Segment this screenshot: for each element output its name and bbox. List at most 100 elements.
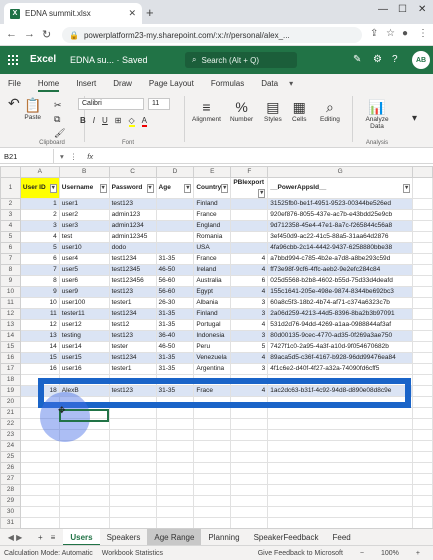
column-header-a[interactable]: A	[19, 166, 60, 178]
row-number[interactable]: 20	[0, 396, 21, 408]
row-number[interactable]: 18	[0, 374, 21, 386]
cell-country[interactable]: Egypt	[193, 286, 232, 298]
cell-powerappsid[interactable]: 9d712358-45e4-47e1-8a7c-f265844c56a8	[267, 220, 414, 232]
empty-cell[interactable]	[412, 451, 433, 463]
cell-country[interactable]	[193, 407, 232, 419]
cell-user-id[interactable]	[19, 473, 60, 485]
cell-username[interactable]: user16	[58, 363, 110, 375]
row-number[interactable]: 5	[0, 231, 21, 243]
cell-user-id[interactable]: 16	[19, 363, 60, 375]
add-sheet-icon[interactable]: +	[38, 533, 43, 542]
app-launcher-icon[interactable]	[8, 55, 18, 65]
cell-country[interactable]	[193, 495, 232, 507]
row-number[interactable]: 2	[0, 198, 21, 210]
cell-powerappsid[interactable]: 3ef450d9-ac22-41c5-88a5-31aa64d2876	[267, 231, 414, 243]
empty-cell[interactable]	[412, 440, 433, 452]
cell-username[interactable]: user5	[58, 264, 110, 276]
cell-user-id[interactable]: 7	[19, 264, 60, 276]
window-close-icon[interactable]: ✕	[418, 4, 426, 15]
cell-user-id[interactable]	[19, 517, 60, 529]
empty-cell[interactable]	[412, 220, 433, 232]
cell-powerappsid[interactable]	[267, 495, 414, 507]
fill-color-icon[interactable]: ◇	[128, 116, 135, 127]
cell-pbiexport[interactable]: 3	[230, 308, 269, 320]
profile-icon[interactable]: ●	[402, 28, 408, 39]
new-tab-icon[interactable]: +	[146, 5, 154, 20]
row-number[interactable]: 23	[0, 429, 21, 441]
empty-cell[interactable]	[412, 462, 433, 474]
column-header-c[interactable]: C	[108, 166, 157, 178]
cell-user-id[interactable]	[19, 440, 60, 452]
cell-powerappsid[interactable]: ff73e98f-9cf6-4ffc-aeb2-9e2efc284c84	[267, 264, 414, 276]
row-number[interactable]: 24	[0, 440, 21, 452]
empty-cell[interactable]	[412, 407, 433, 419]
cell-country[interactable]	[193, 462, 232, 474]
row-number[interactable]: 26	[0, 462, 21, 474]
cell-username[interactable]	[58, 473, 110, 485]
cell-pbiexport[interactable]	[230, 418, 269, 430]
editing-mode-icon[interactable]: ✎	[353, 54, 361, 65]
cell-password[interactable]: tester	[108, 341, 157, 353]
tab-page-layout[interactable]: Page Layout	[149, 79, 194, 88]
cell-country[interactable]: Ireland	[193, 264, 232, 276]
row-number[interactable]: 4	[0, 220, 21, 232]
bold-icon[interactable]: B	[80, 116, 86, 127]
tab-file[interactable]: File	[8, 79, 21, 88]
cell-pbiexport[interactable]	[230, 407, 269, 419]
row-number[interactable]: 10	[0, 286, 21, 298]
empty-cell[interactable]	[412, 231, 433, 243]
cell-username[interactable]: user100	[58, 297, 110, 309]
cell-age[interactable]	[155, 429, 195, 441]
header-country[interactable]: Country	[193, 177, 232, 199]
empty-cell[interactable]	[412, 319, 433, 331]
empty-cell[interactable]	[412, 253, 433, 265]
cell-age[interactable]	[155, 462, 195, 474]
cell-username[interactable]	[58, 440, 110, 452]
browser-menu-icon[interactable]: ⋮	[418, 28, 428, 39]
cell-pbiexport[interactable]	[230, 209, 269, 221]
back-icon[interactable]: ←	[6, 28, 17, 40]
cell-pbiexport[interactable]	[230, 517, 269, 529]
cell-age[interactable]	[155, 220, 195, 232]
settings-gear-icon[interactable]: ⚙	[373, 54, 382, 65]
empty-cell[interactable]	[412, 177, 433, 199]
close-tab-icon[interactable]: ✕	[128, 8, 136, 19]
cell-user-id[interactable]: 8	[19, 275, 60, 287]
number-button[interactable]: % Number	[230, 98, 253, 123]
cell-pbiexport[interactable]	[230, 198, 269, 210]
cell-country[interactable]: Albania	[193, 297, 232, 309]
borders-icon[interactable]: ⊞	[115, 116, 122, 127]
cell-password[interactable]: admin12345	[108, 231, 157, 243]
cell-username[interactable]: user4	[58, 253, 110, 265]
browser-tab[interactable]: X EDNA summit.xlsx ✕	[4, 3, 142, 24]
column-header-h[interactable]	[412, 166, 433, 178]
empty-cell[interactable]	[412, 396, 433, 408]
cell-pbiexport[interactable]: 6	[230, 275, 269, 287]
empty-cell[interactable]	[412, 341, 433, 353]
alignment-button[interactable]: ≡ Alignment	[192, 98, 221, 123]
cell-country[interactable]: Indonesia	[193, 330, 232, 342]
cell-username[interactable]	[58, 495, 110, 507]
tab-draw[interactable]: Draw	[113, 79, 132, 88]
cell-user-id[interactable]: 15	[19, 352, 60, 364]
cell-age[interactable]	[155, 209, 195, 221]
document-name[interactable]: EDNA su... · Saved	[70, 55, 148, 65]
cell-password[interactable]	[108, 429, 157, 441]
empty-cell[interactable]	[412, 352, 433, 364]
row-number[interactable]: 13	[0, 319, 21, 331]
cell-pbiexport[interactable]	[230, 451, 269, 463]
styles-button[interactable]: ▤ Styles	[264, 98, 282, 123]
cell-username[interactable]: user6	[58, 275, 110, 287]
cell-user-id[interactable]	[19, 484, 60, 496]
column-header-f[interactable]: F	[230, 166, 269, 178]
cell-country[interactable]	[193, 473, 232, 485]
cell-pbiexport[interactable]	[230, 242, 269, 254]
cell-password[interactable]: admin123	[108, 209, 157, 221]
tab-home[interactable]: Home	[37, 79, 60, 92]
cell-age[interactable]	[155, 418, 195, 430]
row-number[interactable]: 3	[0, 209, 21, 221]
cell-user-id[interactable]	[19, 506, 60, 518]
cell-pbiexport[interactable]	[230, 484, 269, 496]
row-number[interactable]: 29	[0, 495, 21, 507]
cell-age[interactable]: 31-35	[155, 363, 195, 375]
